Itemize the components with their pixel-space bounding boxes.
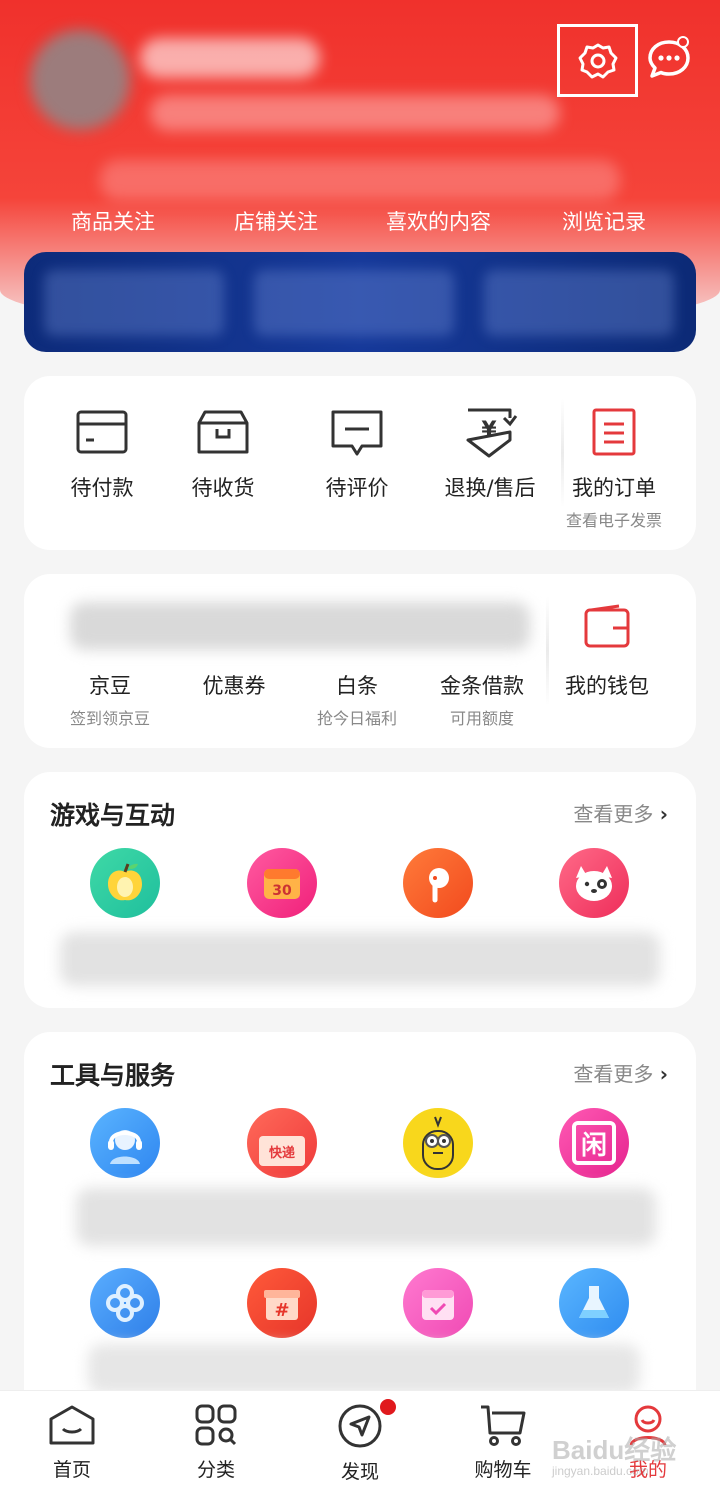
- link-icon[interactable]: [90, 1268, 160, 1338]
- games-card: 游戏与互动 查看更多 › 30: [24, 772, 696, 1008]
- user-name-blurred: [140, 38, 320, 78]
- cart-icon: [481, 1405, 526, 1446]
- follow-item-products[interactable]: 商品关注: [71, 206, 155, 236]
- nav-cart-label: 购物车: [474, 1459, 532, 1481]
- games-section-title: 游戏与互动: [50, 801, 176, 830]
- express-label: 快递: [259, 1136, 305, 1166]
- nav-discover-label: 发现: [340, 1461, 379, 1483]
- follow-item-history[interactable]: 浏览记录: [562, 206, 646, 236]
- nav-home[interactable]: 首页: [27, 1403, 117, 1482]
- membership-banner[interactable]: [24, 252, 696, 352]
- user-info-blurred: [150, 95, 560, 131]
- tools-view-more[interactable]: 查看更多 ›: [573, 1058, 668, 1087]
- comment-icon[interactable]: [331, 409, 383, 459]
- svg-text:¥: ¥: [481, 418, 497, 443]
- my-orders-label[interactable]: 我的订单: [544, 472, 684, 502]
- chevron-right-icon: ›: [659, 802, 668, 826]
- baidu-watermark-url: jingyan.baidu.com: [552, 1464, 649, 1478]
- settings-button[interactable]: [557, 24, 638, 97]
- apple-icon[interactable]: [90, 848, 160, 918]
- view-more-label: 查看更多: [573, 802, 654, 826]
- calendar-30-icon[interactable]: 30: [247, 848, 317, 918]
- wallet-card-icon[interactable]: [76, 409, 128, 455]
- orders-card: 待付款 待收货 待评价 ¥ 退换/售后 我的订单 查看电子发票: [24, 376, 696, 550]
- svg-text:30: 30: [272, 883, 292, 899]
- pending-payment-label[interactable]: 待付款: [32, 472, 172, 502]
- jd-beans-label[interactable]: 京豆: [40, 670, 180, 700]
- games-labels-blurred: [60, 932, 660, 986]
- view-invoice-label[interactable]: 查看电子发票: [544, 507, 684, 531]
- nav-home-label: 首页: [52, 1459, 91, 1481]
- package-icon[interactable]: [197, 409, 249, 455]
- message-badge-dot: [677, 36, 689, 48]
- baitiao-label[interactable]: 白条: [287, 670, 427, 700]
- bird-icon[interactable]: [403, 848, 473, 918]
- nav-cart[interactable]: 购物车: [458, 1403, 548, 1482]
- avatar[interactable]: [30, 30, 130, 130]
- idle-icon[interactable]: 闲: [559, 1108, 629, 1178]
- jd-beans-sub: 签到领京豆: [69, 709, 150, 728]
- flask-icon[interactable]: [559, 1268, 629, 1338]
- customer-service-icon[interactable]: [90, 1108, 160, 1178]
- chevron-right-icon: ›: [659, 1062, 668, 1086]
- tools-labels-blurred: [88, 1344, 640, 1394]
- svg-text:#: #: [274, 1300, 289, 1321]
- gift-hash-icon[interactable]: #: [247, 1268, 317, 1338]
- coupons-label[interactable]: 优惠券: [164, 670, 304, 700]
- wallet-icon[interactable]: [583, 604, 631, 650]
- idle-label: 闲: [572, 1121, 616, 1165]
- compass-icon: [338, 1404, 382, 1448]
- follow-item-shops[interactable]: 店铺关注: [234, 206, 318, 236]
- tools-card: 工具与服务 查看更多 › 快递 闲 #: [24, 1032, 696, 1452]
- my-wallet-label[interactable]: 我的钱包: [537, 670, 677, 700]
- banner-blurred-content: [44, 270, 224, 336]
- user-stats-blurred: [100, 160, 620, 200]
- refund-yuan-icon[interactable]: ¥: [464, 406, 518, 460]
- wallet-card: 京豆 签到领京豆 优惠券 白条 抢今日福利 金条借款 可用额度 我的钱包: [24, 574, 696, 748]
- nav-category-label: 分类: [196, 1459, 235, 1481]
- wallet-values-blurred: [70, 602, 530, 650]
- games-view-more[interactable]: 查看更多 ›: [573, 798, 668, 827]
- tools-labels-blurred: [76, 1188, 656, 1246]
- home-icon: [49, 1405, 95, 1445]
- gear-icon: [578, 43, 617, 78]
- minion-icon[interactable]: [403, 1108, 473, 1178]
- express-icon[interactable]: 快递: [247, 1108, 317, 1178]
- tools-section-title: 工具与服务: [50, 1061, 176, 1090]
- jintiao-loan-label[interactable]: 金条借款: [412, 670, 552, 700]
- category-grid-icon: [195, 1404, 237, 1446]
- baitiao-sub: 抢今日福利: [316, 709, 397, 728]
- pending-delivery-label[interactable]: 待收货: [153, 472, 293, 502]
- follow-row: 商品关注 店铺关注 喜欢的内容 浏览记录: [0, 200, 720, 240]
- nav-category[interactable]: 分类: [171, 1403, 261, 1482]
- follow-item-liked[interactable]: 喜欢的内容: [386, 206, 491, 236]
- pending-review-label[interactable]: 待评价: [287, 472, 427, 502]
- after-sales-label[interactable]: 退换/售后: [420, 472, 560, 502]
- order-list-icon[interactable]: [590, 406, 638, 458]
- banner-blurred-content: [484, 270, 674, 336]
- banner-blurred-content: [254, 270, 454, 336]
- nav-discover[interactable]: 发现: [315, 1403, 405, 1484]
- discover-badge-dot: [380, 1399, 396, 1415]
- jintiao-loan-sub: 可用额度: [449, 709, 514, 728]
- dog-icon[interactable]: [559, 848, 629, 918]
- baidu-watermark: Baidu经验: [552, 1435, 677, 1465]
- calendar-check-icon[interactable]: [403, 1268, 473, 1338]
- view-more-label: 查看更多: [573, 1062, 654, 1086]
